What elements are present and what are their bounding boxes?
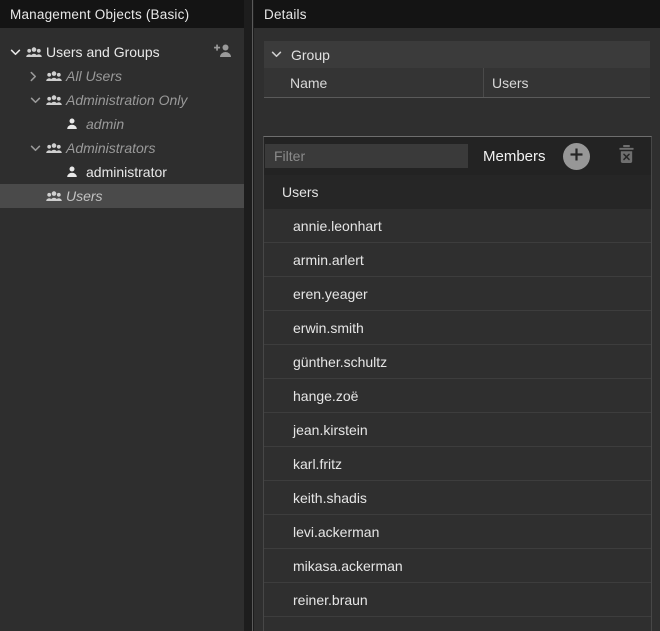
members-title: Members [483,148,546,165]
member-row[interactable]: eren.yeager [264,277,651,311]
group-section: Group Name Users [264,41,650,98]
tree-item-administrators[interactable]: Administrators [0,136,244,160]
member-row[interactable]: armin.arlert [264,243,651,277]
tree: Users and Groups All Users Administration … [0,40,244,208]
member-row[interactable]: reiner.braun [264,583,651,617]
tree-item-label: administrator [86,164,167,180]
group-section-title: Group [291,47,330,63]
member-row[interactable]: mikasa.ackerman [264,549,651,583]
trash-icon [618,145,635,167]
details-title: Details [254,0,660,28]
user-icon [66,118,83,130]
tree-item-all-users[interactable]: All Users [0,64,244,88]
group-field-name: Name [264,68,484,97]
tree-item-label: admin [86,116,124,132]
member-row[interactable]: erwin.smith [264,311,651,345]
users-group-icon [46,142,63,154]
chevron-right-icon[interactable] [30,71,46,82]
tree-item-admin[interactable]: admin [0,112,244,136]
management-objects-title: Management Objects (Basic) [0,0,244,28]
chevron-down-icon[interactable] [30,97,46,104]
add-user-button[interactable] [212,43,234,60]
user-icon [66,166,83,178]
tree-item-label: Administrators [66,140,155,156]
group-section-header[interactable]: Group [264,41,650,68]
panel-divider-line [252,0,253,631]
tree-item-label: Users [66,188,103,204]
chevron-down-icon[interactable] [10,49,26,56]
filter-input[interactable] [265,144,468,168]
member-row[interactable]: keith.shadis [264,481,651,515]
member-row[interactable]: karl.fritz [264,447,651,481]
panel-divider[interactable] [244,0,254,631]
members-column-header[interactable]: Users [264,175,651,209]
users-group-icon [46,190,63,202]
tree-item-label: Users and Groups [46,44,160,60]
tree-item-label: All Users [66,68,122,84]
tree-item-administration-only[interactable]: Administration Only [0,88,244,112]
management-objects-panel: Management Objects (Basic) Users and Gro… [0,0,244,631]
chevron-down-icon [271,51,282,58]
remove-member-button[interactable] [618,145,635,167]
member-row[interactable]: levi.ackerman [264,515,651,549]
user-add-icon [213,43,233,61]
chevron-down-icon[interactable] [30,145,46,152]
members-list: annie.leonhartarmin.arlerteren.yeagererw… [264,209,651,617]
group-name-row[interactable]: Name Users [264,68,650,98]
add-member-button[interactable] [563,143,590,170]
tree-item-administrator[interactable]: administrator [0,160,244,184]
member-row[interactable]: günther.schultz [264,345,651,379]
tree-item-users[interactable]: Users [0,184,244,208]
member-row[interactable]: annie.leonhart [264,209,651,243]
member-row[interactable]: hange.zoë [264,379,651,413]
tree-item-users-and-groups[interactable]: Users and Groups [0,40,244,64]
tree-item-label: Administration Only [66,92,187,108]
users-group-icon [46,94,63,106]
users-group-icon [26,46,43,58]
member-row[interactable]: jean.kirstein [264,413,651,447]
members-toolbar: Members [264,137,651,175]
users-group-icon [46,70,63,82]
members-block: Members Users annie.leonhartarmin.arlert… [263,136,652,631]
plus-icon [570,148,583,164]
group-field-value: Users [484,68,650,97]
details-panel: Details Group Name Users Members Users a… [254,0,660,631]
